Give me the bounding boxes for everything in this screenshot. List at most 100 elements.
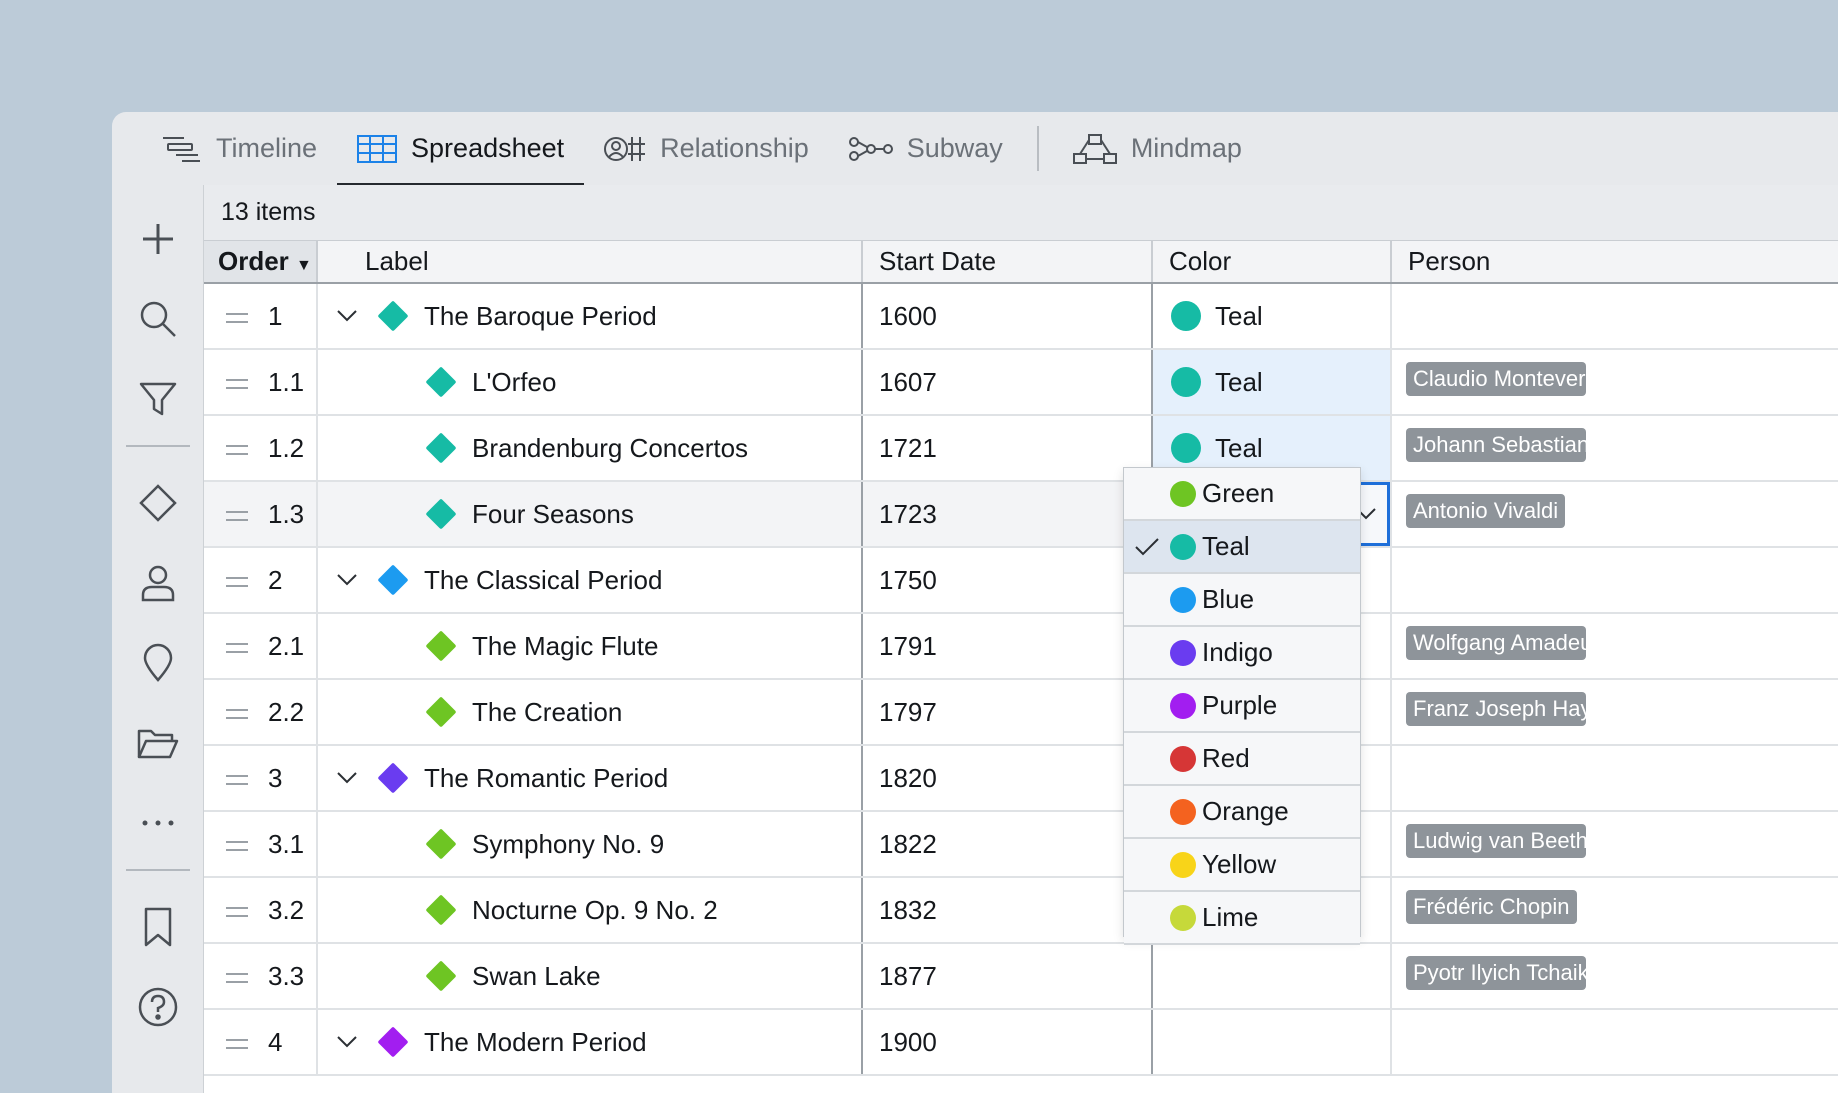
chevron-down-icon[interactable] — [337, 574, 357, 586]
drag-handle-icon[interactable] — [226, 312, 248, 323]
start-date-cell[interactable]: 1791 — [862, 613, 1153, 680]
person-chip[interactable]: Claudio Monteverdi — [1406, 361, 1586, 396]
order-cell[interactable]: 1.2 — [204, 415, 318, 482]
label-header[interactable]: Label — [317, 241, 863, 284]
drag-handle-icon[interactable] — [226, 906, 248, 917]
order-cell[interactable]: 3 — [204, 745, 318, 812]
label-cell[interactable]: The Romantic Period — [317, 745, 863, 812]
order-cell[interactable]: 4 — [204, 1009, 318, 1076]
start-date-header[interactable]: Start Date — [862, 241, 1153, 284]
label-cell[interactable]: The Baroque Period — [317, 283, 863, 350]
table-row[interactable]: 2.1The Magic Flute1791 Wolfgang Amadeus M… — [204, 613, 1838, 680]
person-cell[interactable] — [1391, 283, 1838, 350]
color-cell[interactable]: Teal — [1152, 349, 1392, 416]
order-cell[interactable]: 2.2 — [204, 679, 318, 746]
start-date-cell[interactable]: 1820 — [862, 745, 1153, 812]
person-cell[interactable]: Ludwig van Beethoven — [1391, 811, 1838, 878]
chevron-down-icon[interactable] — [337, 1036, 357, 1048]
dropdown-option-yellow[interactable]: Yellow — [1124, 839, 1360, 892]
person-cell[interactable]: Pyotr Ilyich Tchaikovsky — [1391, 943, 1838, 1010]
person-cell[interactable] — [1391, 745, 1838, 812]
start-date-cell[interactable]: 1900 — [862, 1009, 1153, 1076]
dropdown-option-blue[interactable]: Blue — [1124, 574, 1360, 627]
drag-handle-icon[interactable] — [226, 774, 248, 785]
table-row[interactable]: 3 The Romantic Period 1820 — [204, 745, 1838, 812]
drag-handle-icon[interactable] — [226, 840, 248, 851]
start-date-cell[interactable]: 1877 — [862, 943, 1153, 1010]
order-cell[interactable]: 1.3 — [204, 481, 318, 548]
label-cell[interactable]: Four Seasons — [317, 481, 863, 548]
person-cell[interactable]: Wolfgang Amadeus Mozart — [1391, 613, 1838, 680]
label-cell[interactable]: L'Orfeo — [317, 349, 863, 416]
person-cell[interactable]: Franz Joseph Haydn — [1391, 679, 1838, 746]
folders-button[interactable] — [112, 703, 203, 783]
person-cell[interactable]: Claudio Monteverdi — [1391, 349, 1838, 416]
person-chip[interactable]: Franz Joseph Haydn — [1406, 691, 1586, 726]
start-date-cell[interactable]: 1721 — [862, 415, 1153, 482]
items-button[interactable] — [112, 463, 203, 543]
table-row[interactable]: 1 The Baroque Period 1600 Teal — [204, 283, 1838, 350]
drag-handle-icon[interactable] — [226, 1038, 248, 1049]
drag-handle-icon[interactable] — [226, 576, 248, 587]
table-row[interactable]: 3.1Symphony No. 91822 Ludwig van Beethove… — [204, 811, 1838, 878]
dropdown-option-red[interactable]: Red — [1124, 733, 1360, 786]
add-button[interactable] — [112, 199, 203, 279]
drag-handle-icon[interactable] — [226, 972, 248, 983]
person-header[interactable]: Person — [1391, 241, 1838, 284]
label-cell[interactable]: Swan Lake — [317, 943, 863, 1010]
order-cell[interactable]: 1.1 — [204, 349, 318, 416]
tab-subway[interactable]: Subway — [829, 112, 1023, 185]
order-cell[interactable]: 2.1 — [204, 613, 318, 680]
dropdown-option-orange[interactable]: Orange — [1124, 786, 1360, 839]
person-chip[interactable]: Frédéric Chopin — [1406, 889, 1577, 924]
person-chip[interactable]: Wolfgang Amadeus Mozart — [1406, 625, 1586, 660]
person-cell[interactable]: Antonio Vivaldi — [1391, 481, 1838, 548]
dropdown-option-teal[interactable]: Teal — [1124, 521, 1360, 574]
table-row[interactable]: 1.1 L'Orfeo 1607 Teal Claudio Monteverdi — [204, 349, 1838, 416]
order-cell[interactable]: 3.3 — [204, 943, 318, 1010]
order-cell[interactable]: 3.1 — [204, 811, 318, 878]
start-date-cell[interactable]: 1607 — [862, 349, 1153, 416]
start-date-cell[interactable]: 1832 — [862, 877, 1153, 944]
dropdown-option-green[interactable]: Green — [1124, 468, 1360, 521]
label-cell[interactable]: The Modern Period — [317, 1009, 863, 1076]
order-cell[interactable]: 1 — [204, 283, 318, 350]
color-cell[interactable] — [1152, 1009, 1392, 1076]
table-row[interactable]: 2 The Classical Period 1750 — [204, 547, 1838, 614]
table-row[interactable]: 1.2 Brandenburg Concertos 1721 Teal Johann S… — [204, 415, 1838, 482]
person-cell[interactable]: Johann Sebastian Bach — [1391, 415, 1838, 482]
person-chip[interactable]: Pyotr Ilyich Tchaikovsky — [1406, 955, 1586, 990]
person-chip[interactable]: Antonio Vivaldi — [1406, 493, 1566, 528]
chevron-down-icon[interactable] — [337, 310, 357, 322]
tab-timeline[interactable]: Timeline — [142, 112, 337, 185]
person-chip[interactable]: Ludwig van Beethoven — [1406, 823, 1586, 858]
drag-handle-icon[interactable] — [226, 444, 248, 455]
order-cell[interactable]: 2 — [204, 547, 318, 614]
filter-button[interactable] — [112, 359, 203, 439]
color-cell[interactable] — [1152, 943, 1392, 1010]
dropdown-option-purple[interactable]: Purple — [1124, 680, 1360, 733]
drag-handle-icon[interactable] — [226, 642, 248, 653]
table-row[interactable]: 2.2The Creation1797 Franz Joseph Haydn — [204, 679, 1838, 746]
label-cell[interactable]: The Classical Period — [317, 547, 863, 614]
drag-handle-icon[interactable] — [226, 378, 248, 389]
places-button[interactable] — [112, 623, 203, 703]
color-cell[interactable]: Teal — [1152, 283, 1392, 350]
tab-mindmap[interactable]: Mindmap — [1053, 112, 1262, 185]
dropdown-option-lime[interactable]: Lime — [1124, 892, 1360, 945]
order-header[interactable]: Order ▼ — [204, 241, 318, 284]
people-button[interactable] — [112, 543, 203, 623]
person-cell[interactable]: Frédéric Chopin — [1391, 877, 1838, 944]
help-button[interactable] — [112, 967, 203, 1047]
tab-relationship[interactable]: Relationship — [584, 112, 829, 185]
order-cell[interactable]: 3.2 — [204, 877, 318, 944]
table-row[interactable]: 3.3Swan Lake1877 Pyotr Ilyich Tchaikovsky — [204, 943, 1838, 1010]
drag-handle-icon[interactable] — [226, 510, 248, 521]
bookmark-button[interactable] — [112, 887, 203, 967]
search-button[interactable] — [112, 279, 203, 359]
table-row[interactable]: 3.2 Nocturne Op. 9 No. 2 1832 Frédéric Chop… — [204, 877, 1838, 944]
start-date-cell[interactable]: 1797 — [862, 679, 1153, 746]
tab-spreadsheet[interactable]: Spreadsheet — [337, 112, 585, 185]
start-date-cell[interactable]: 1600 — [862, 283, 1153, 350]
label-cell[interactable]: The Creation — [317, 679, 863, 746]
